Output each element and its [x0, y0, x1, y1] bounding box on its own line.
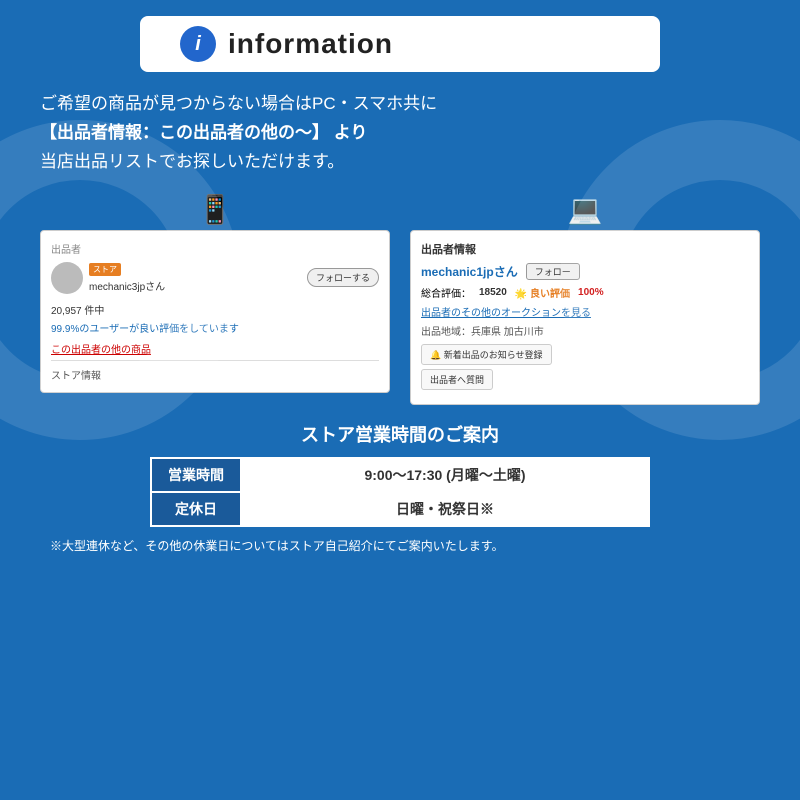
hours-row: 定休日日曜・祝祭日※ [151, 492, 649, 526]
ps-rating-label: 総合評価： [421, 285, 471, 300]
ms-link[interactable]: この出品者の他の商品 [51, 341, 379, 356]
ms-section-label: 出品者 [51, 241, 379, 256]
mobile-screenshot: 出品者 ストア mechanic3jpさん フォローする 20,957 件中 9… [40, 230, 390, 393]
ms-username: mechanic3jpさん [89, 282, 165, 293]
ms-divider [51, 360, 379, 361]
ps-location: 出品地域：兵庫県 加古川市 [421, 323, 749, 338]
ps-good-label: 🌟 良い評価 [515, 285, 570, 300]
main-text: ご希望の商品が見つからない場合はPC・スマホ共に 【出品者情報：この出品者の他の… [30, 90, 770, 177]
ps-follow-button[interactable]: フォロー [526, 263, 580, 280]
ps-question-button[interactable]: 出品者へ質問 [421, 369, 493, 390]
ps-good-pct: 100% [578, 287, 604, 298]
ms-user-info: ストア mechanic3jpさん [89, 263, 307, 293]
hours-label: 定休日 [151, 492, 241, 526]
ps-rating-num: 18520 [479, 287, 507, 298]
hours-table: 営業時間9:00〜17:30 (月曜〜土曜)定休日日曜・祝祭日※ [150, 457, 650, 527]
ms-store-info: ストア情報 [51, 365, 379, 382]
ps-title: 出品者情報 [421, 241, 749, 257]
ps-auction-link[interactable]: 出品者のその他のオークションを見る [421, 304, 749, 319]
hours-value: 9:00〜17:30 (月曜〜土曜) [241, 458, 649, 492]
main-text-highlight: 【出品者情報：この出品者の他の〜】 より [40, 123, 367, 142]
info-icon: i [180, 26, 216, 62]
screenshots-row: 📱 出品者 ストア mechanic3jpさん フォローする 20,957 件中… [30, 193, 770, 405]
ps-notify-button[interactable]: 🔔 新着出品のお知らせ登録 [421, 344, 552, 365]
store-hours-section: ストア営業時間のご案内 営業時間9:00〜17:30 (月曜〜土曜)定休日日曜・… [30, 421, 770, 554]
mobile-device-icon: 📱 [198, 193, 233, 226]
pc-col: 💻 出品者情報 mechanic1jpさん フォロー 総合評価： 18520 🌟… [410, 193, 760, 405]
footer-note: ※大型連休など、その他の休業日についてはストア自己紹介にてご案内いたします。 [40, 537, 760, 554]
info-banner: i information [140, 16, 660, 72]
page-container: i information ご希望の商品が見つからない場合はPC・スマホ共に 【… [0, 0, 800, 800]
hours-label: 営業時間 [151, 458, 241, 492]
mobile-col: 📱 出品者 ストア mechanic3jpさん フォローする 20,957 件中… [40, 193, 390, 405]
ms-rating: 99.9%のユーザーが良い評価をしています [51, 320, 379, 335]
ms-avatar [51, 262, 83, 294]
ps-username: mechanic1jpさん [421, 263, 518, 280]
pc-screenshot: 出品者情報 mechanic1jpさん フォロー 総合評価： 18520 🌟 良… [410, 230, 760, 405]
ms-store-badge: ストア [89, 263, 121, 276]
ms-follow-button[interactable]: フォローする [307, 268, 379, 287]
ms-user-row: ストア mechanic3jpさん フォローする [51, 262, 379, 294]
main-text-line3: 当店出品リストでお探しいただけます。 [40, 148, 760, 177]
main-text-line1: ご希望の商品が見つからない場合はPC・スマホ共に [40, 90, 760, 119]
ms-count: 20,957 件中 [51, 302, 379, 317]
hours-row: 営業時間9:00〜17:30 (月曜〜土曜) [151, 458, 649, 492]
ps-rating-row: 総合評価： 18520 🌟 良い評価 100% [421, 285, 749, 300]
info-title: information [228, 28, 393, 60]
store-hours-title: ストア営業時間のご案内 [40, 421, 760, 447]
ps-name-row: mechanic1jpさん フォロー [421, 263, 749, 280]
main-text-line2: 【出品者情報：この出品者の他の〜】 より [40, 119, 760, 148]
hours-value: 日曜・祝祭日※ [241, 492, 649, 526]
pc-device-icon: 💻 [568, 193, 603, 226]
